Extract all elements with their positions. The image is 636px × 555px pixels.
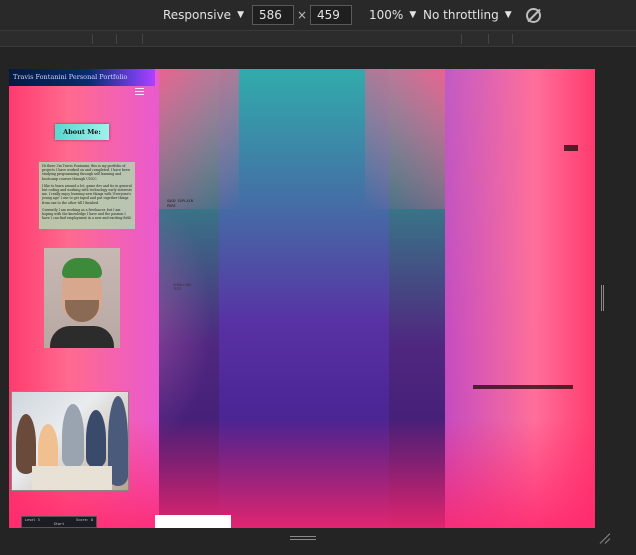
ruler-tick bbox=[116, 34, 117, 44]
media-query-ruler bbox=[0, 31, 636, 47]
team-photo bbox=[11, 391, 129, 491]
bio-text: Hi there I'm Travis Fontanini, this is m… bbox=[39, 162, 135, 229]
bio-paragraph: Currently I am working as a freelancer, … bbox=[42, 207, 132, 221]
devtools-toolbar: Responsive ▼ × 100% ▼ No throttling ▼ bbox=[0, 0, 636, 31]
page-viewport[interactable]: Travis Fontanini Personal Portfolio Abou… bbox=[9, 69, 595, 528]
dimension-separator: × bbox=[297, 8, 308, 22]
zoom-label: 100% bbox=[369, 8, 404, 22]
throttling-select[interactable]: No throttling ▼ bbox=[423, 8, 512, 22]
ruler-tick bbox=[461, 34, 462, 44]
resize-handle-corner[interactable] bbox=[598, 531, 612, 545]
bio-paragraph: Hi there I'm Travis Fontanini, this is m… bbox=[42, 164, 130, 181]
content-box bbox=[155, 515, 231, 528]
chevron-down-icon: ▼ bbox=[504, 10, 512, 20]
resize-handle-right[interactable] bbox=[601, 285, 605, 311]
device-label: Responsive bbox=[163, 8, 232, 22]
chevron-down-icon: ▼ bbox=[237, 10, 244, 20]
ruler-tick bbox=[92, 34, 93, 44]
background-light bbox=[473, 385, 573, 389]
resize-handle-bottom[interactable] bbox=[290, 536, 316, 542]
photo-person bbox=[16, 414, 36, 474]
site-header: Travis Fontanini Personal Portfolio bbox=[9, 69, 155, 86]
scrolling-label: SCROLLING TEXT bbox=[173, 283, 192, 291]
background-ceiling-right bbox=[365, 69, 445, 209]
device-stage: Travis Fontanini Personal Portfolio Abou… bbox=[0, 47, 636, 555]
background-ceiling-left bbox=[159, 69, 239, 209]
zoom-select[interactable]: 100% ▼ bbox=[369, 8, 416, 22]
ruler-tick bbox=[142, 34, 143, 44]
game-score: Score: 8 bbox=[76, 518, 93, 522]
background-light bbox=[564, 145, 578, 151]
ruler-tick bbox=[512, 34, 513, 44]
throttling-label: No throttling bbox=[423, 8, 499, 22]
chevron-down-icon: ▼ bbox=[409, 10, 417, 20]
photo-person bbox=[86, 410, 106, 468]
rotate-icon[interactable] bbox=[526, 8, 541, 23]
height-input[interactable] bbox=[310, 5, 352, 25]
width-input[interactable] bbox=[252, 5, 294, 25]
project-label: GOOD EXPLAIN PURE bbox=[167, 199, 193, 208]
hamburger-menu-icon[interactable] bbox=[135, 88, 144, 95]
game-start[interactable]: Start bbox=[25, 522, 93, 526]
about-me-button[interactable]: About Me: bbox=[55, 124, 109, 140]
bio-paragraph: I like to learn around a lot, game dev a… bbox=[42, 183, 132, 205]
photo-hair bbox=[62, 258, 102, 278]
photo-shirt bbox=[50, 326, 114, 348]
device-select[interactable]: Responsive ▼ bbox=[163, 8, 244, 22]
photo-table bbox=[32, 466, 112, 490]
mini-game-panel[interactable]: Level 3 Score: 8 Start bbox=[21, 516, 97, 528]
game-level: Level 3 bbox=[25, 518, 40, 522]
photo-person bbox=[62, 404, 84, 468]
profile-photo bbox=[44, 248, 120, 348]
ruler-tick bbox=[488, 34, 489, 44]
